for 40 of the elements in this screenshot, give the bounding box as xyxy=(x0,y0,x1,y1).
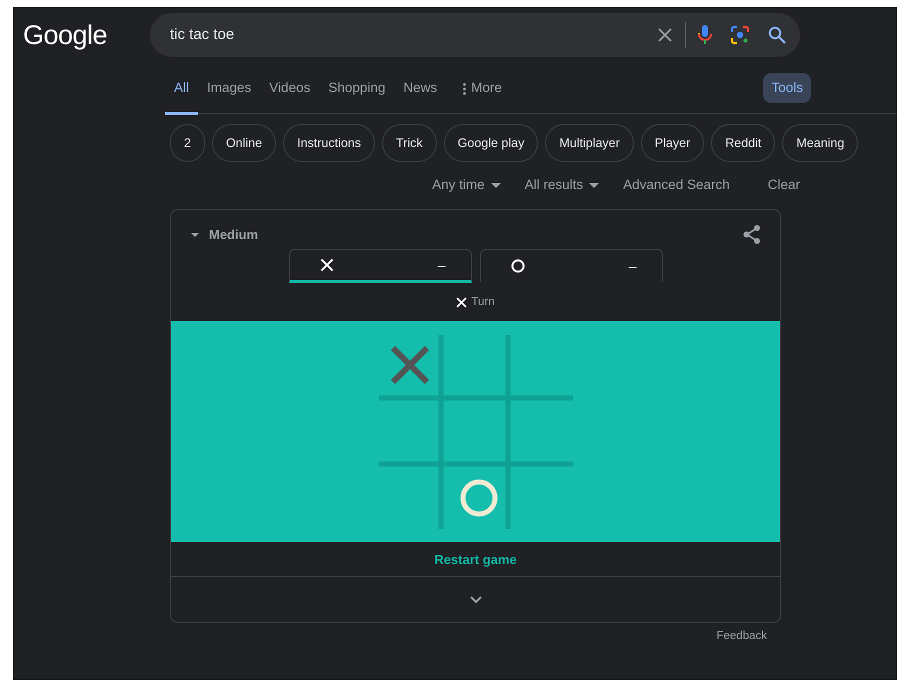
suggestion-chip[interactable]: Multiplayer xyxy=(545,124,634,162)
caret-icon xyxy=(191,232,199,237)
search-tab[interactable]: All xyxy=(165,64,198,115)
filter-link[interactable]: Advanced Search xyxy=(623,175,730,196)
expand-icon[interactable] xyxy=(470,596,482,604)
search-tab[interactable]: Shopping xyxy=(319,64,394,115)
share-icon[interactable] xyxy=(742,224,762,246)
microphone-icon[interactable] xyxy=(698,25,712,45)
player-score-tab[interactable]: – xyxy=(480,249,662,282)
close-icon[interactable] xyxy=(657,27,673,43)
search-icon[interactable] xyxy=(768,26,786,44)
search-tab[interactable]: News xyxy=(394,64,446,115)
suggestion-chip[interactable]: Google play xyxy=(444,124,538,162)
tools-button[interactable]: Tools xyxy=(763,72,811,104)
player-score-tab[interactable]: – xyxy=(288,249,472,284)
camera-icon[interactable] xyxy=(730,25,750,45)
suggestion-chip[interactable]: Online xyxy=(212,124,276,162)
suggestion-chip[interactable]: Meaning xyxy=(782,124,858,162)
search-tab[interactable]: Videos xyxy=(260,64,320,115)
feedback-link[interactable]: Feedback xyxy=(716,630,767,642)
filter-link[interactable]: Clear xyxy=(768,175,800,196)
suggestion-chip[interactable]: Trick xyxy=(382,124,437,162)
turn-label: Turn xyxy=(471,294,495,310)
suggestion-chip[interactable]: Instructions xyxy=(283,124,376,162)
google-logo[interactable]: Google xyxy=(23,14,150,56)
score: – xyxy=(438,256,446,275)
caret-icon xyxy=(490,182,501,188)
more-icon xyxy=(463,82,466,94)
score: – xyxy=(628,256,636,276)
search-tab[interactable]: More xyxy=(454,64,511,115)
search-tab[interactable]: Images xyxy=(198,64,260,115)
filter-dropdown[interactable]: Any time xyxy=(432,175,501,196)
suggestion-chip[interactable]: 2 xyxy=(170,124,205,162)
suggestion-chip[interactable]: Player xyxy=(640,124,704,162)
filter-dropdown[interactable]: All results xyxy=(524,175,600,196)
restart-button[interactable]: Restart game xyxy=(171,542,780,578)
search-field[interactable]: tic tac toe xyxy=(150,13,800,57)
suggestion-chip[interactable]: Reddit xyxy=(711,124,776,162)
caret-icon xyxy=(589,182,600,188)
difficulty-dropdown[interactable]: Medium xyxy=(191,225,258,244)
